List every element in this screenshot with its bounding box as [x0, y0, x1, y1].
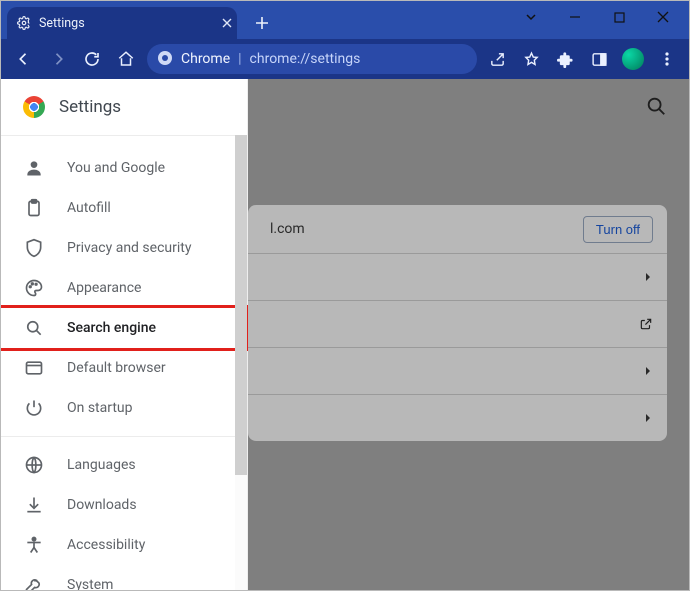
chrome-badge-icon [157, 50, 175, 68]
chevron-right-icon [643, 413, 653, 423]
reload-button[interactable] [75, 42, 109, 76]
settings-search-button[interactable] [645, 95, 667, 117]
shield-icon [23, 237, 45, 259]
card-row-text: l.com [262, 221, 583, 237]
sidebar-item-appearance[interactable]: Appearance [1, 268, 247, 308]
close-window-button[interactable] [641, 1, 685, 33]
new-tab-button[interactable] [249, 10, 275, 36]
sidebar-item-label: Appearance [67, 280, 141, 296]
address-url: chrome://settings [250, 51, 361, 67]
window-system-buttons [509, 1, 689, 33]
globe-icon [23, 454, 45, 476]
tab-title: Settings [39, 16, 217, 31]
content-area: Settings You and Google Autofill [1, 79, 689, 590]
address-bar[interactable]: Chrome | chrome://settings [147, 44, 477, 74]
minimize-button[interactable] [553, 1, 597, 33]
power-icon [23, 397, 45, 419]
sidebar-item-default-browser[interactable]: Default browser [1, 348, 247, 388]
settings-sidebar: Settings You and Google Autofill [1, 79, 248, 590]
open-in-new-icon [639, 317, 653, 331]
home-button[interactable] [109, 42, 143, 76]
address-scheme-label: Chrome [181, 51, 230, 67]
turn-off-button[interactable]: Turn off [583, 216, 653, 243]
chevron-right-icon [643, 366, 653, 376]
settings-main-pane: l.com Turn off [248, 79, 689, 590]
sidebar-item-autofill[interactable]: Autofill [1, 188, 247, 228]
forward-button[interactable] [41, 42, 75, 76]
back-button[interactable] [7, 42, 41, 76]
gear-icon [17, 16, 31, 30]
chrome-logo-icon [23, 96, 45, 118]
address-separator: | [238, 51, 241, 67]
settings-card: l.com Turn off [248, 205, 667, 441]
sidebar-item-privacy[interactable]: Privacy and security [1, 228, 247, 268]
sidebar-title: Settings [59, 97, 121, 117]
card-row-2[interactable] [248, 254, 667, 301]
chevron-down-icon[interactable] [509, 1, 553, 33]
sidebar-scrollbar[interactable] [235, 135, 247, 590]
sidebar-item-system[interactable]: System [1, 565, 247, 591]
sidebar-item-label: Autofill [67, 200, 111, 216]
sidebar-item-label: Downloads [67, 497, 137, 513]
profile-avatar[interactable] [617, 43, 649, 75]
tab-close-button[interactable] [217, 18, 237, 28]
sidebar-item-accessibility[interactable]: Accessibility [1, 525, 247, 565]
sidebar-item-label: You and Google [67, 160, 165, 176]
download-icon [23, 494, 45, 516]
share-icon[interactable] [481, 43, 513, 75]
star-icon[interactable] [515, 43, 547, 75]
avatar [622, 48, 644, 70]
sidebar-item-label: Search engine [67, 320, 156, 336]
card-row-4[interactable] [248, 348, 667, 395]
search-icon [23, 317, 45, 339]
chevron-right-icon [643, 272, 653, 282]
sidebar-item-search-engine[interactable]: Search engine [1, 308, 247, 348]
clipboard-icon [23, 197, 45, 219]
sidebar-divider [1, 436, 247, 437]
sidebar-item-label: On startup [67, 400, 133, 416]
sidebar-item-label: Default browser [67, 360, 166, 376]
sidebar-item-label: System [67, 577, 113, 591]
tab-settings[interactable]: Settings [7, 7, 237, 39]
card-row-3[interactable] [248, 301, 667, 348]
maximize-button[interactable] [597, 1, 641, 33]
toolbar-right [481, 43, 683, 75]
side-panel-icon[interactable] [583, 43, 615, 75]
sidebar-item-label: Privacy and security [67, 240, 191, 256]
sidebar-item-label: Languages [67, 457, 136, 473]
card-row-account[interactable]: l.com Turn off [248, 205, 667, 254]
sidebar-item-downloads[interactable]: Downloads [1, 485, 247, 525]
sidebar-item-you-and-google[interactable]: You and Google [1, 148, 247, 188]
sidebar-item-label: Accessibility [67, 537, 145, 553]
menu-button[interactable] [651, 43, 683, 75]
card-row-5[interactable] [248, 395, 667, 441]
browser-toolbar: Chrome | chrome://settings [1, 39, 689, 79]
person-icon [23, 157, 45, 179]
sidebar-item-languages[interactable]: Languages [1, 445, 247, 485]
palette-icon [23, 277, 45, 299]
sidebar-item-on-startup[interactable]: On startup [1, 388, 247, 428]
accessibility-icon [23, 534, 45, 556]
browser-icon [23, 357, 45, 379]
browser-window: Settings [0, 0, 690, 591]
sidebar-header: Settings [1, 79, 247, 136]
scrollbar-thumb[interactable] [235, 135, 247, 475]
wrench-icon [23, 574, 45, 591]
extensions-icon[interactable] [549, 43, 581, 75]
sidebar-list: You and Google Autofill Privacy and secu… [1, 136, 247, 591]
